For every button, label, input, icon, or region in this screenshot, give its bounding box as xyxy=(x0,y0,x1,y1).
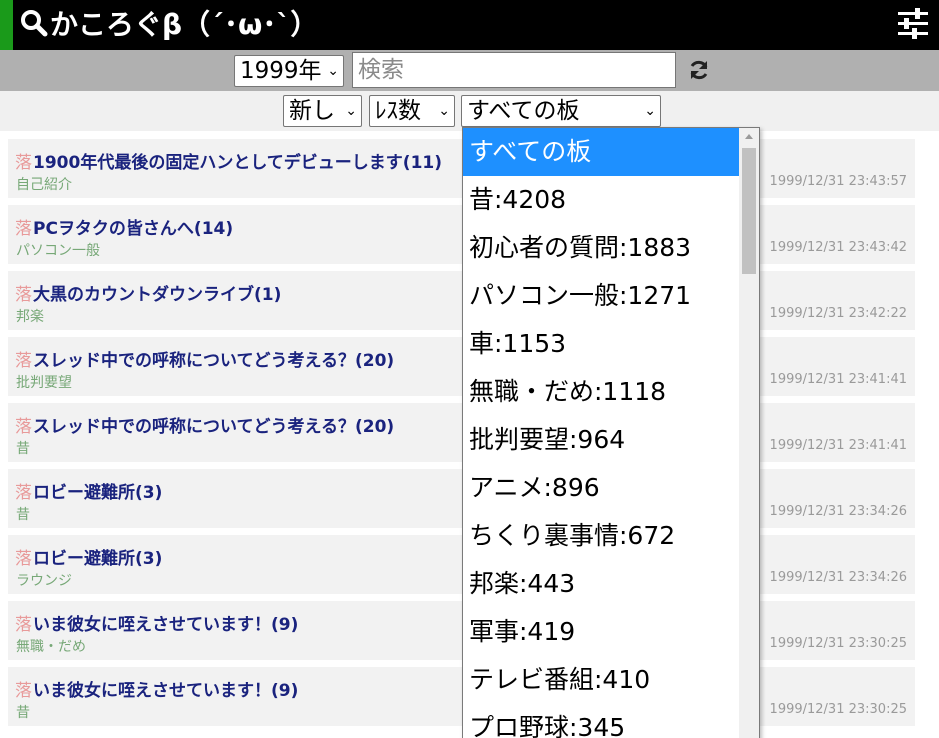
header-accent-stripe xyxy=(0,0,13,50)
thread-board[interactable]: 邦楽 xyxy=(16,306,44,326)
sort-key-value: ﾚｽ数 xyxy=(375,98,421,124)
dropdown-option[interactable]: ちくり裏事情:672 xyxy=(463,512,759,560)
search-bar: 1999年 ⌄ 検索 xyxy=(0,50,939,91)
thread-timestamp: 1999/12/31 23:30:25 xyxy=(769,702,907,717)
sliders-icon[interactable] xyxy=(895,5,931,41)
fallen-mark: 落 xyxy=(15,615,32,635)
thread-timestamp: 1999/12/31 23:34:26 xyxy=(769,504,907,519)
thread-title[interactable]: 落いま彼女に咥えさせています！(9) xyxy=(15,610,298,635)
thread-title-text: ロビー避難所(3) xyxy=(33,483,163,503)
dropdown-option[interactable]: 批判要望:964 xyxy=(463,416,759,464)
thread-timestamp: 1999/12/31 23:43:42 xyxy=(769,240,907,255)
thread-timestamp: 1999/12/31 23:34:26 xyxy=(769,570,907,585)
chevron-down-icon: ⌄ xyxy=(438,103,450,119)
thread-timestamp: 1999/12/31 23:30:25 xyxy=(769,636,907,651)
sort-order-select[interactable]: 新し ⌄ xyxy=(283,95,362,127)
thread-title[interactable]: 落スレッド中での呼称についてどう考える？(20) xyxy=(15,412,394,437)
dropdown-scrollbar[interactable] xyxy=(739,128,759,738)
dropdown-option[interactable]: 初心者の質問:1883 xyxy=(463,224,759,272)
dropdown-option[interactable]: プロ野球:345 xyxy=(463,704,759,738)
fallen-mark: 落 xyxy=(15,681,32,701)
thread-board[interactable]: 批判要望 xyxy=(16,372,72,392)
thread-board[interactable]: パソコン一般 xyxy=(16,240,100,260)
search-input[interactable]: 検索 xyxy=(352,52,676,88)
thread-timestamp: 1999/12/31 23:41:41 xyxy=(769,438,907,453)
scroll-up-arrow-icon[interactable] xyxy=(745,134,753,139)
fallen-mark: 落 xyxy=(15,219,32,239)
year-select-value: 1999年 xyxy=(240,58,322,84)
dropdown-option[interactable]: パソコン一般:1271 xyxy=(463,272,759,320)
chevron-down-icon: ⌄ xyxy=(345,103,357,119)
thread-title[interactable]: 落ロビー避難所(3) xyxy=(15,544,162,569)
thread-title-text: 1900年代最後の固定ハンとしてデビューします(11) xyxy=(33,153,442,173)
top-bar: かころぐβ（´･ω･`） xyxy=(0,0,939,50)
dropdown-option[interactable]: 昔:4208 xyxy=(463,176,759,224)
fallen-mark: 落 xyxy=(15,153,32,173)
dropdown-option[interactable]: 無職・だめ:1118 xyxy=(463,368,759,416)
dropdown-option[interactable]: テレビ番組:410 xyxy=(463,656,759,704)
thread-board[interactable]: ラウンジ xyxy=(16,570,72,590)
fallen-mark: 落 xyxy=(15,483,32,503)
year-select[interactable]: 1999年 ⌄ xyxy=(234,55,344,87)
thread-title[interactable]: 落1900年代最後の固定ハンとしてデビューします(11) xyxy=(15,148,442,173)
thread-title[interactable]: 落大黒のカウントダウンライブ(1) xyxy=(15,280,281,305)
thread-title-text: ロビー避難所(3) xyxy=(33,549,163,569)
chevron-down-icon: ⌄ xyxy=(644,103,656,119)
fallen-mark: 落 xyxy=(15,549,32,569)
thread-title-text: PCヲタクの皆さんへ(14) xyxy=(33,219,234,239)
scrollbar-thumb[interactable] xyxy=(742,148,756,274)
thread-board[interactable]: 昔 xyxy=(16,702,30,722)
fallen-mark: 落 xyxy=(15,351,32,371)
board-dropdown-list[interactable]: すべての板 昔:4208 初心者の質問:1883 パソコン一般:1271 車:1… xyxy=(462,127,760,738)
sort-key-select[interactable]: ﾚｽ数 ⌄ xyxy=(369,95,455,127)
thread-title[interactable]: 落ロビー避難所(3) xyxy=(15,478,162,503)
board-select-value: すべての板 xyxy=(467,98,580,124)
dropdown-option[interactable]: 車:1153 xyxy=(463,320,759,368)
thread-title[interactable]: 落PCヲタクの皆さんへ(14) xyxy=(15,214,233,239)
refresh-icon[interactable] xyxy=(688,59,710,81)
logo-text: かころぐβ（´･ω･`） xyxy=(50,8,319,41)
dropdown-option[interactable]: 邦楽:443 xyxy=(463,560,759,608)
thread-board[interactable]: 昔 xyxy=(16,504,30,524)
thread-title[interactable]: 落スレッド中での呼称についてどう考える？(20) xyxy=(15,346,394,371)
thread-title-text: いま彼女に咥えさせています！(9) xyxy=(33,615,299,635)
thread-board[interactable]: 昔 xyxy=(16,438,30,458)
thread-title-text: いま彼女に咥えさせています！(9) xyxy=(33,681,299,701)
board-select[interactable]: すべての板 ⌄ xyxy=(461,95,661,127)
dropdown-option[interactable]: アニメ:896 xyxy=(463,464,759,512)
thread-board[interactable]: 無職・だめ xyxy=(16,636,86,656)
dropdown-option[interactable]: 軍事:419 xyxy=(463,608,759,656)
search-icon xyxy=(21,10,48,37)
thread-title-text: スレッド中での呼称についてどう考える？(20) xyxy=(33,351,395,371)
fallen-mark: 落 xyxy=(15,285,32,305)
thread-board[interactable]: 自己紹介 xyxy=(16,174,72,194)
thread-title-text: スレッド中での呼称についてどう考える？(20) xyxy=(33,417,395,437)
thread-timestamp: 1999/12/31 23:41:41 xyxy=(769,372,907,387)
thread-timestamp: 1999/12/31 23:43:57 xyxy=(769,174,907,189)
site-logo[interactable]: かころぐβ（´･ω･`） xyxy=(20,3,318,43)
thread-title-text: 大黒のカウントダウンライブ(1) xyxy=(33,285,282,305)
thread-timestamp: 1999/12/31 23:42:22 xyxy=(769,306,907,321)
thread-title[interactable]: 落いま彼女に咥えさせています！(9) xyxy=(15,676,298,701)
filter-bar: 新し ⌄ ﾚｽ数 ⌄ すべての板 ⌄ xyxy=(0,91,939,131)
sort-order-value: 新し xyxy=(289,98,335,124)
fallen-mark: 落 xyxy=(15,417,32,437)
dropdown-option[interactable]: すべての板 xyxy=(463,128,759,176)
chevron-down-icon: ⌄ xyxy=(327,63,339,79)
